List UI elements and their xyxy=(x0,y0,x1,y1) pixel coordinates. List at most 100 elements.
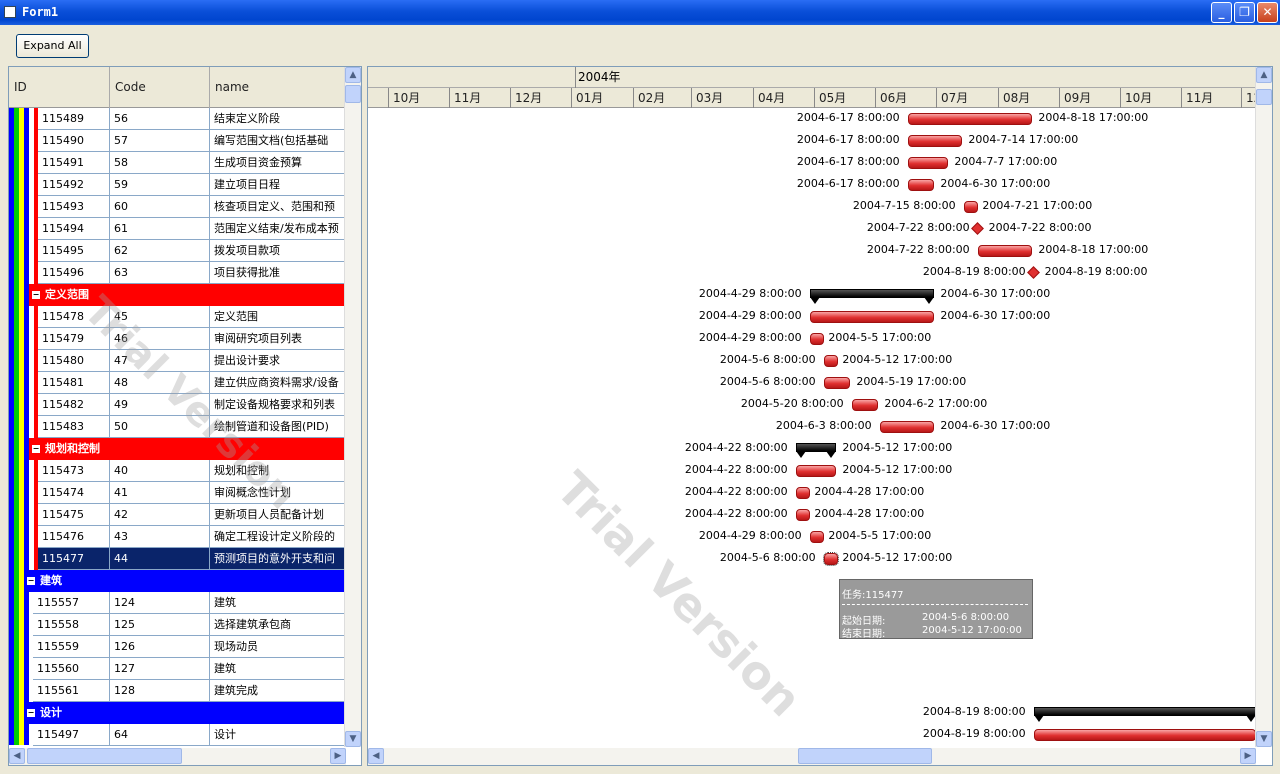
group-row[interactable]: − 定义范围 xyxy=(29,284,346,306)
task-bar[interactable] xyxy=(907,157,949,169)
table-row[interactable]: 115497 64 设计 xyxy=(29,724,346,746)
cell-code: 41 xyxy=(110,482,210,504)
table-row[interactable]: 115482 49 制定设备规格要求和列表 xyxy=(34,394,346,416)
table-row[interactable]: 115496 63 项目获得批准 xyxy=(34,262,346,284)
scroll-down-arrow-icon[interactable]: ▼ xyxy=(345,731,361,747)
task-bar[interactable] xyxy=(823,355,838,367)
table-row[interactable]: 115490 57 编写范围文档(包括基础 xyxy=(34,130,346,152)
table-row[interactable]: 115476 43 确定工程设计定义阶段的 xyxy=(34,526,346,548)
group-row[interactable]: − 建筑 xyxy=(24,570,346,592)
task-bar[interactable] xyxy=(809,333,824,345)
task-bar[interactable] xyxy=(851,399,879,411)
group-row[interactable]: − 规划和控制 xyxy=(29,438,346,460)
cell-name: 现场动员 xyxy=(210,636,346,658)
summary-bar[interactable] xyxy=(809,289,935,304)
scroll-up-arrow-icon[interactable]: ▲ xyxy=(1256,67,1272,83)
table-row[interactable]: 115558 125 选择建筑承包商 xyxy=(29,614,346,636)
task-bar[interactable] xyxy=(907,113,1033,125)
table-row[interactable]: 115492 59 建立项目日程 xyxy=(34,174,346,196)
task-bar[interactable] xyxy=(795,487,810,499)
scroll-right-arrow-icon[interactable]: ▶ xyxy=(330,748,346,764)
table-row[interactable]: 115478 45 定义范围 xyxy=(34,306,346,328)
table-row[interactable]: 115480 47 提出设计要求 xyxy=(34,350,346,372)
scroll-down-arrow-icon[interactable]: ▼ xyxy=(1256,731,1272,747)
expand-all-button[interactable]: Expand All xyxy=(16,34,89,58)
scroll-thumb[interactable] xyxy=(798,748,932,764)
task-bar[interactable] xyxy=(879,421,935,433)
gantt-horizontal-scrollbar[interactable]: ◀ ▶ xyxy=(368,748,1256,765)
task-bar[interactable] xyxy=(795,509,810,521)
summary-bar[interactable] xyxy=(1033,707,1257,722)
table-row[interactable]: 115491 58 生成项目资金预算 xyxy=(34,152,346,174)
grid-horizontal-scrollbar[interactable]: ◀ ▶ xyxy=(9,748,346,765)
task-bar[interactable] xyxy=(963,201,978,213)
scroll-right-arrow-icon[interactable]: ▶ xyxy=(1240,748,1256,764)
cell-id: 115558 xyxy=(33,614,110,636)
collapse-toggle-icon[interactable]: − xyxy=(27,709,35,717)
scroll-up-arrow-icon[interactable]: ▲ xyxy=(345,67,361,83)
table-row[interactable]: 115477 44 预测项目的意外开支和问 xyxy=(34,548,346,570)
milestone-diamond-icon[interactable] xyxy=(1026,266,1040,279)
task-bar[interactable] xyxy=(977,245,1033,257)
scroll-thumb[interactable] xyxy=(27,748,182,764)
cell-name: 设计 xyxy=(210,724,346,746)
grid-vertical-scrollbar[interactable]: ▲ ▼ xyxy=(344,67,361,747)
scroll-left-arrow-icon[interactable]: ◀ xyxy=(9,748,25,764)
table-row[interactable]: 115560 127 建筑 xyxy=(29,658,346,680)
table-row[interactable]: 115559 126 现场动员 xyxy=(29,636,346,658)
bar-start-label: 2004-4-29 8:00:00 xyxy=(698,287,802,300)
table-row[interactable]: 115493 60 核查项目定义、范围和预 xyxy=(34,196,346,218)
task-bar[interactable] xyxy=(907,135,963,147)
milestone-diamond-icon[interactable] xyxy=(970,222,984,235)
table-row[interactable]: 115557 124 建筑 xyxy=(29,592,346,614)
column-header-code[interactable]: Code xyxy=(110,67,210,108)
table-row[interactable]: 115483 50 绘制管道和设备图(PID) xyxy=(34,416,346,438)
table-row[interactable]: 115479 46 审阅研究项目列表 xyxy=(34,328,346,350)
cell-code: 127 xyxy=(110,658,210,680)
table-row[interactable]: 115495 62 拨发项目款项 xyxy=(34,240,346,262)
table-row[interactable]: 115475 42 更新项目人员配备计划 xyxy=(34,504,346,526)
tooltip-end-label: 结束日期: xyxy=(842,629,886,640)
column-header-id[interactable]: ID xyxy=(9,67,110,108)
task-bar[interactable] xyxy=(795,465,837,477)
task-bar[interactable] xyxy=(907,179,935,191)
task-bar[interactable] xyxy=(809,531,824,543)
table-row[interactable]: 115473 40 规划和控制 xyxy=(34,460,346,482)
task-bar[interactable] xyxy=(1033,729,1256,741)
task-bar[interactable] xyxy=(823,377,851,389)
cell-id: 115560 xyxy=(33,658,110,680)
task-bar[interactable] xyxy=(809,311,935,323)
table-row[interactable]: 115481 48 建立供应商资料需求/设备 xyxy=(34,372,346,394)
minimize-button[interactable]: _ xyxy=(1211,2,1232,23)
cell-id: 115497 xyxy=(33,724,110,746)
table-row[interactable]: 115474 41 审阅概念性计划 xyxy=(34,482,346,504)
cell-name: 审阅研究项目列表 xyxy=(210,328,346,350)
cell-name: 确定工程设计定义阶段的 xyxy=(210,526,346,548)
scroll-left-arrow-icon[interactable]: ◀ xyxy=(368,748,384,764)
bar-end-label: 2004-5-12 17:00:00 xyxy=(842,353,953,366)
gantt-chart: 2004年 10月 11月 12月 01月 02月 03月 04月 05月 06月 07月 08月 0… xyxy=(367,66,1273,766)
collapse-toggle-icon[interactable]: − xyxy=(32,445,40,453)
cell-code: 128 xyxy=(110,680,210,702)
table-row[interactable]: 115489 56 结束定义阶段 xyxy=(34,108,346,130)
summary-bar[interactable] xyxy=(795,443,837,458)
gantt-vertical-scrollbar[interactable]: ▲ ▼ xyxy=(1255,67,1272,747)
collapse-toggle-icon[interactable]: − xyxy=(32,291,40,299)
bar-start-label: 2004-5-6 8:00:00 xyxy=(719,551,816,564)
close-button[interactable]: ✕ xyxy=(1257,2,1278,23)
cell-code: 40 xyxy=(110,460,210,482)
cell-id: 115496 xyxy=(38,262,110,284)
group-row[interactable]: − 设计 xyxy=(24,702,346,724)
tooltip-task: 任务:115477 xyxy=(842,590,904,601)
table-row[interactable]: 115561 128 建筑完成 xyxy=(29,680,346,702)
restore-button[interactable]: ❐ xyxy=(1234,2,1255,23)
collapse-toggle-icon[interactable]: − xyxy=(27,577,35,585)
scroll-thumb[interactable] xyxy=(345,85,361,103)
tooltip-end-value: 2004-5-12 17:00:00 xyxy=(922,625,1022,636)
bar-end-label: 2004-7-21 17:00:00 xyxy=(982,199,1093,212)
scroll-thumb[interactable] xyxy=(1256,89,1272,105)
column-header-name[interactable]: name xyxy=(210,67,346,108)
table-row[interactable]: 115494 61 范围定义结束/发布成本预 xyxy=(34,218,346,240)
task-bar[interactable] xyxy=(822,552,839,566)
cell-code: 44 xyxy=(110,548,210,570)
